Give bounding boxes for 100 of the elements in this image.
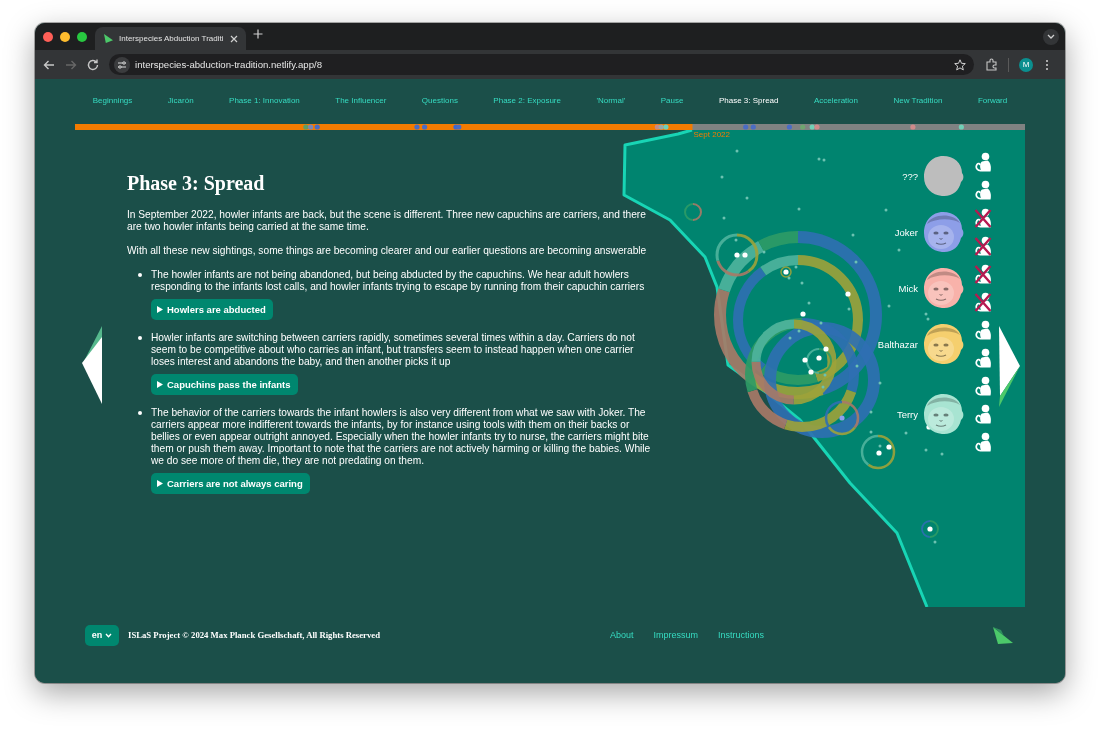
footer-link[interactable]: About [609, 630, 634, 640]
nav-link[interactable]: Phase 3: Spread [718, 95, 779, 107]
nav-link[interactable]: Pause [660, 95, 684, 107]
nav-link[interactable]: Beginnings [92, 95, 133, 107]
event-dot-icon[interactable] [654, 124, 660, 130]
caret-icon [157, 381, 163, 388]
previous-page-arrow[interactable] [82, 326, 102, 406]
event-dot-icon[interactable] [314, 124, 320, 130]
disclosure-button[interactable]: Capuchins pass the infants [151, 374, 298, 395]
bullet-icon [138, 273, 142, 277]
faint-dot-icon [940, 452, 944, 456]
faint-dot-icon [762, 250, 766, 254]
event-dot-icon[interactable] [910, 124, 916, 130]
segmented-ring [921, 520, 939, 538]
event-dot-icon[interactable] [800, 124, 806, 130]
faint-dot-icon [794, 265, 798, 269]
faint-dot-icon [924, 448, 928, 452]
profile-avatar[interactable]: M [1019, 57, 1033, 72]
event-dot-icon[interactable] [814, 124, 820, 130]
faint-dot-icon [788, 336, 792, 340]
puzzle-piece-icon[interactable] [985, 58, 998, 71]
footer-link[interactable]: Impressum [653, 630, 698, 640]
faint-dot-icon [821, 385, 825, 389]
paragraph: In September 2022, howler infants are back, but the scene is different. Three new capuchins are carriers, and there are two howler infants being carried at the same time. [127, 209, 647, 233]
chevron-down-icon [105, 632, 113, 638]
tab-search-button[interactable] [1043, 28, 1059, 45]
faint-dot-icon [807, 301, 811, 305]
maximize-window-icon[interactable] [77, 31, 87, 42]
faint-dot-icon [897, 248, 901, 252]
nav-link[interactable]: New Tradition [893, 95, 943, 107]
faint-dot-icon [797, 207, 801, 211]
nav-link[interactable]: Phase 1: Innovation [229, 95, 300, 107]
faint-dot-icon [745, 196, 749, 200]
event-dot-icon[interactable] [414, 124, 420, 130]
dot-icon [802, 357, 808, 363]
bullet-text: Howler infants are switching between carriers rapidly, sometimes several times within a day. Carriers do not seem to be competitive about who carries an infant, but transfers seem to instead happen when one carrier loses interest and abandons the baby, and then another picks it up [151, 332, 636, 368]
faint-dot-icon [869, 430, 873, 434]
plus-icon[interactable] [252, 28, 263, 39]
bookmark-star-icon[interactable] [954, 58, 966, 71]
caret-icon [157, 306, 163, 313]
nav-link[interactable]: Forward [977, 95, 1008, 107]
event-dot-icon[interactable] [658, 124, 664, 130]
nav-link[interactable]: Jicarón [167, 95, 194, 107]
bullet-icon [138, 411, 142, 415]
faint-dot-icon [800, 281, 804, 285]
minimize-window-icon[interactable] [60, 31, 70, 42]
bullet-text: The howler infants are not being abandoned, but being abducted by the capuchins. We hear adult howlers responding to the infants lost calls, and howler infants trying to escape by running from their capuchin carriers [151, 269, 646, 293]
dot-icon [886, 444, 892, 450]
section-heading: Phase 3: Spread [127, 171, 266, 195]
timeline-date-label: Sept 2022 [693, 130, 730, 140]
event-dot-icon[interactable] [303, 124, 309, 130]
dot-icon [800, 311, 806, 317]
faint-dot-icon [933, 540, 937, 544]
nav-link[interactable]: 'Normal' [596, 95, 626, 107]
close-window-icon[interactable] [43, 31, 53, 42]
caret-icon [157, 480, 163, 487]
faint-dot-icon [855, 364, 859, 368]
footer-link[interactable]: Instructions [717, 630, 764, 640]
event-dot-icon[interactable] [456, 124, 462, 130]
event-dot-icon[interactable] [663, 124, 669, 130]
faint-dot-icon [878, 444, 882, 448]
language-select[interactable]: en [85, 624, 119, 646]
carrier-name: Joker [894, 226, 918, 238]
carrier-name: ??? [902, 170, 918, 182]
nav-link[interactable]: Acceleration [814, 95, 858, 107]
close-icon[interactable] [229, 34, 238, 43]
bullet-icon [138, 336, 142, 340]
event-dot-icon[interactable] [786, 124, 792, 130]
address-bar[interactable]: interspecies-abduction-tradition.netlify.app/8 [109, 54, 974, 75]
nav-link[interactable]: Questions [421, 95, 458, 107]
triangle-logo[interactable] [993, 626, 1013, 644]
event-dot-icon[interactable] [422, 124, 428, 130]
faint-dot-icon [734, 238, 738, 242]
bullet-text: The behavior of the carriers towards the infant howlers is also very different from what we saw with Joker. The carriers appear more indifferent towards the infants, by for instance using tools with them on their backs or bellies or even appear outright annoyed. Especially when the howler infants try to nurse, the carriers might bite them or push them away. Important to note that the carriers are not actively harming or killing the babies. While we do see more of them die, they are not predating on them. [151, 407, 652, 467]
faint-dot-icon [878, 381, 882, 385]
event-dot-icon[interactable] [750, 124, 756, 130]
disclosure-button[interactable]: Carriers are not always caring [151, 473, 310, 494]
faint-dot-icon [854, 260, 858, 264]
carrier-name: Mick [898, 282, 918, 294]
faint-dot-icon [823, 373, 827, 377]
timeline-track[interactable] [75, 124, 1025, 130]
disclosure-button[interactable]: Howlers are abducted [151, 299, 273, 320]
event-dot-icon[interactable] [958, 124, 964, 130]
faint-dot-icon [722, 216, 726, 220]
nav-link[interactable]: The Influencer [335, 95, 387, 107]
faint-dot-icon [904, 431, 908, 435]
event-dot-icon[interactable] [308, 124, 314, 130]
copyright-text: ISLaS Project © 2024 Max Planck Gesellschaft, All Rights Reserved [128, 630, 380, 640]
segmented-ring [684, 203, 702, 221]
nav-link[interactable]: Phase 2: Exposure [493, 95, 561, 107]
browser-tab[interactable]: Interspecies Abduction Traditi [95, 27, 246, 50]
faint-dot-icon [720, 175, 724, 179]
next-page-arrow[interactable] [999, 326, 1021, 408]
event-dot-icon[interactable] [743, 124, 749, 130]
carrier-name: Terry [896, 408, 918, 420]
triangle-favicon-icon [104, 34, 113, 43]
site-settings-icon[interactable] [114, 56, 130, 73]
dot-icon [734, 252, 740, 258]
event-dot-icon[interactable] [809, 124, 815, 130]
dot-icon [839, 415, 845, 421]
